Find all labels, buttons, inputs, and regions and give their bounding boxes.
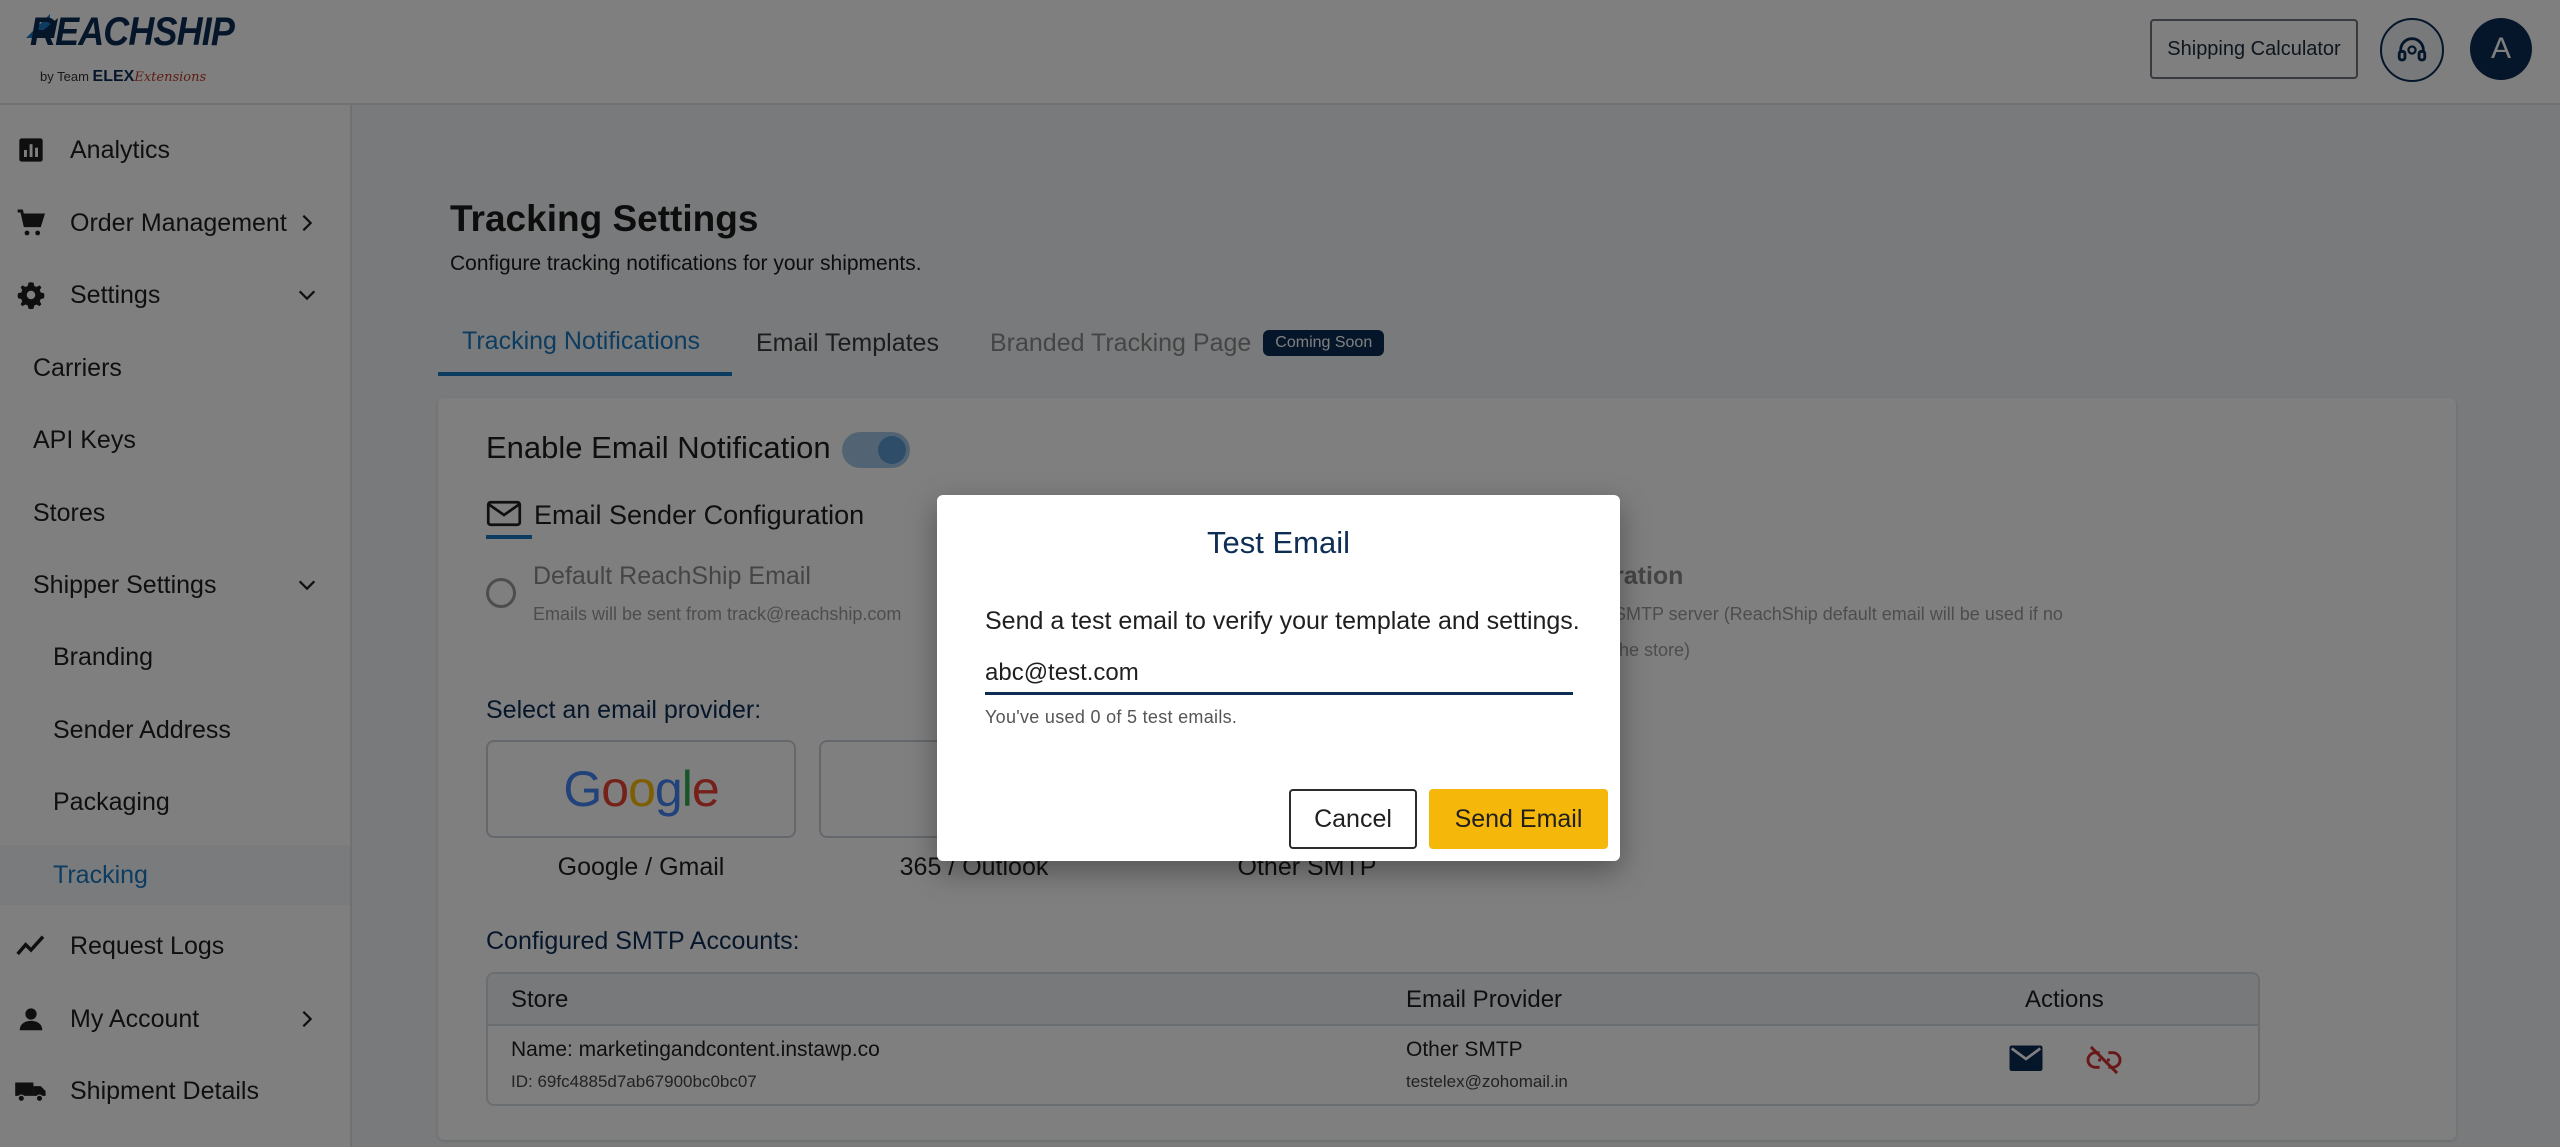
send-email-button[interactable]: Send Email	[1429, 789, 1608, 849]
cancel-button[interactable]: Cancel	[1289, 789, 1417, 849]
test-email-dialog: Test Email Send a test email to verify y…	[937, 495, 1620, 861]
test-email-input[interactable]	[985, 653, 1573, 695]
dialog-title: Test Email	[1207, 525, 1350, 560]
usage-helper-text: You've used 0 of 5 test emails.	[985, 707, 1238, 727]
dialog-description: Send a test email to verify your templat…	[985, 607, 1580, 635]
